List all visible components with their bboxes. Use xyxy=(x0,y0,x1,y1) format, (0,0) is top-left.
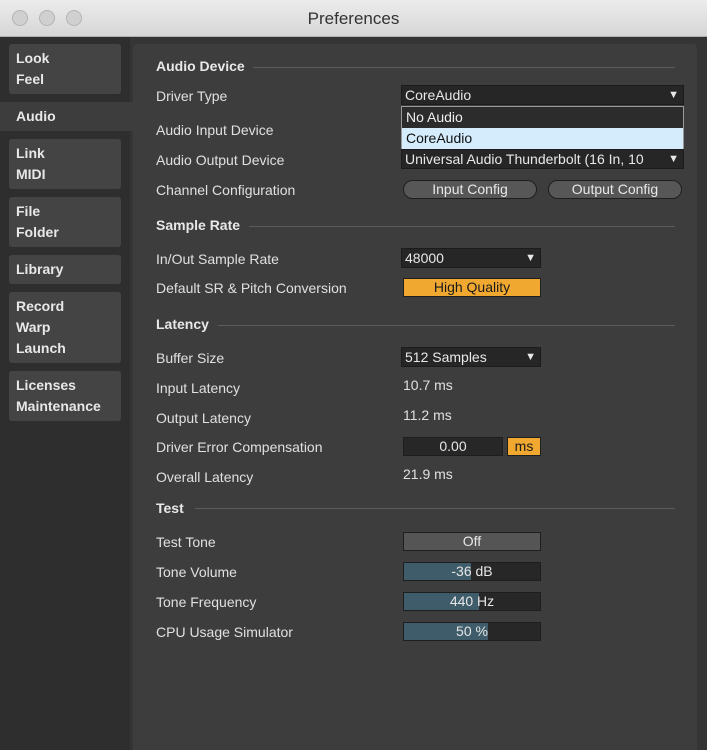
sidebar-tab-file-folder[interactable]: File Folder xyxy=(9,197,121,247)
tab-label: Maintenance xyxy=(16,398,101,414)
output-latency-label: Output Latency xyxy=(156,410,251,426)
tab-label: MIDI xyxy=(16,166,46,182)
cpu-usage-label: CPU Usage Simulator xyxy=(156,624,293,640)
menu-item-coreaudio[interactable]: CoreAudio xyxy=(402,128,683,149)
tab-label: Link xyxy=(16,145,45,161)
sample-rate-value: 48000 xyxy=(405,250,444,266)
driver-type-label: Driver Type xyxy=(156,88,228,104)
output-latency-value: 11.2 ms xyxy=(403,407,452,423)
section-latency: Latency xyxy=(156,316,209,332)
channel-configuration-label: Channel Configuration xyxy=(156,182,296,198)
tab-label: Look xyxy=(16,50,50,66)
input-config-button[interactable]: Input Config xyxy=(403,180,537,199)
cpu-usage-slider[interactable]: 50 % xyxy=(403,622,541,641)
sidebar-tab-look-feel[interactable]: Look Feel xyxy=(9,44,121,94)
window-title: Preferences xyxy=(307,9,400,28)
buffer-size-value: 512 Samples xyxy=(405,349,487,365)
tone-volume-slider[interactable]: -36 dB xyxy=(403,562,541,581)
tone-frequency-label: Tone Frequency xyxy=(156,594,257,610)
section-sample-rate: Sample Rate xyxy=(156,217,241,233)
compensation-value: 0.00 xyxy=(439,438,467,454)
driver-error-compensation-input[interactable]: 0.00 xyxy=(403,437,503,456)
title-bar: Preferences xyxy=(0,0,707,37)
audio-preferences-panel: Audio Device Driver Type CoreAudio ▼ No A… xyxy=(133,44,697,750)
driver-error-compensation-label: Driver Error Compensation xyxy=(156,439,323,455)
driver-type-dropdown[interactable]: CoreAudio ▼ xyxy=(401,85,684,105)
cpu-usage-value: 50 % xyxy=(456,623,488,639)
buffer-size-label: Buffer Size xyxy=(156,350,225,366)
sidebar-tab-library[interactable]: Library xyxy=(9,255,121,284)
sidebar: Look Feel Audio Link MIDI File Folder Library Re… xyxy=(0,37,133,750)
tone-volume-label: Tone Volume xyxy=(156,564,237,580)
audio-output-device-label: Audio Output Device xyxy=(156,152,285,168)
divider xyxy=(218,325,675,326)
sidebar-tab-audio[interactable]: Audio xyxy=(0,102,133,131)
tab-label: Launch xyxy=(16,340,66,356)
divider xyxy=(249,226,675,227)
menu-item-no-audio[interactable]: No Audio xyxy=(402,107,683,128)
driver-type-value: CoreAudio xyxy=(405,87,472,103)
divider xyxy=(195,508,675,509)
tab-label: Library xyxy=(16,261,64,277)
sidebar-tab-licenses-maintenance[interactable]: Licenses Maintenance xyxy=(9,371,121,421)
output-device-value: Universal Audio Thunderbolt (16 In, 10 xyxy=(405,151,644,167)
tab-label: File xyxy=(16,203,41,219)
output-config-button[interactable]: Output Config xyxy=(548,180,682,199)
tab-label: Record xyxy=(16,298,65,314)
tone-frequency-slider[interactable]: 440 Hz xyxy=(403,592,541,611)
overall-latency-value: 21.9 ms xyxy=(403,466,453,482)
driver-type-menu: No Audio CoreAudio xyxy=(401,106,684,150)
tab-label: Warp xyxy=(16,319,51,335)
sidebar-tab-record-warp-launch[interactable]: Record Warp Launch xyxy=(9,292,121,363)
tone-volume-value: -36 dB xyxy=(451,563,493,579)
buffer-size-dropdown[interactable]: 512 Samples ▼ xyxy=(401,347,541,367)
audio-output-device-dropdown[interactable]: Universal Audio Thunderbolt (16 In, 10 ▼ xyxy=(401,149,684,169)
tab-label: Feel xyxy=(16,71,45,87)
sr-conversion-label: Default SR & Pitch Conversion xyxy=(156,280,347,296)
chevron-down-icon: ▼ xyxy=(525,351,536,363)
audio-input-device-label: Audio Input Device xyxy=(156,122,274,138)
input-latency-label: Input Latency xyxy=(156,380,241,396)
ms-unit-toggle[interactable]: ms xyxy=(507,437,541,456)
sidebar-tab-link-midi[interactable]: Link MIDI xyxy=(9,139,121,189)
test-tone-toggle[interactable]: Off xyxy=(403,532,541,551)
test-tone-value: Off xyxy=(462,533,482,549)
sample-rate-label: In/Out Sample Rate xyxy=(156,251,279,267)
overall-latency-label: Overall Latency xyxy=(156,469,254,485)
chevron-down-icon: ▼ xyxy=(668,89,679,101)
sample-rate-dropdown[interactable]: 48000 ▼ xyxy=(401,248,541,268)
high-quality-toggle[interactable]: High Quality xyxy=(403,278,541,297)
section-audio-device: Audio Device xyxy=(156,58,245,74)
chevron-down-icon: ▼ xyxy=(668,150,679,168)
test-tone-label: Test Tone xyxy=(156,534,216,550)
tab-label: Audio xyxy=(16,108,56,124)
chevron-down-icon: ▼ xyxy=(525,252,536,264)
section-test: Test xyxy=(156,500,184,516)
tone-frequency-value: 440 Hz xyxy=(449,593,495,609)
tab-label: Licenses xyxy=(16,377,76,393)
input-latency-value: 10.7 ms xyxy=(403,377,453,393)
tab-label: Folder xyxy=(16,224,59,240)
divider xyxy=(253,67,675,68)
